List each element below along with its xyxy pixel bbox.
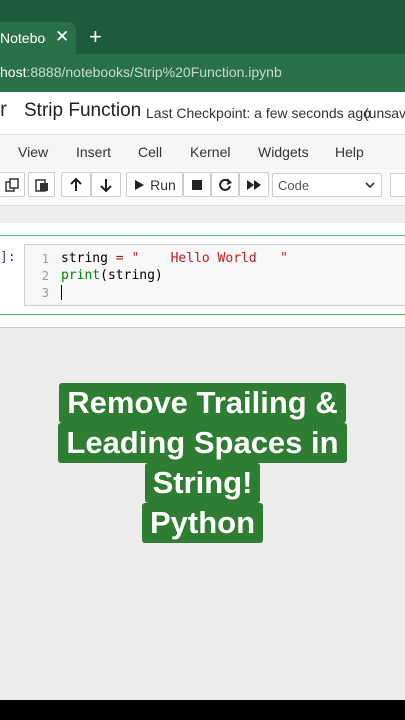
copy-button[interactable]: [0, 172, 25, 197]
caption-line: Leading Spaces in: [58, 423, 347, 463]
jupyter-logo-fragment[interactable]: r: [0, 98, 7, 122]
browser-tab[interactable]: Notebook ✕: [0, 22, 76, 54]
menubar: View Insert Cell Kernel Widgets Help: [0, 134, 405, 170]
restart-button[interactable]: [211, 172, 239, 197]
notebook-header: r Strip Function Last Checkpoint: a few …: [0, 92, 405, 134]
run-label: Run: [150, 176, 176, 193]
cell-type-select[interactable]: Code: [272, 173, 382, 197]
browser-tab-strip: Notebook ✕ +: [0, 0, 405, 54]
menu-insert[interactable]: Insert: [76, 144, 111, 160]
paste-icon: [34, 178, 48, 192]
menu-help[interactable]: Help: [335, 144, 364, 160]
restart-icon: [219, 177, 232, 191]
url-text[interactable]: host:8888/notebooks/Strip%20Function.ipy…: [0, 64, 282, 80]
code-cell[interactable]: ]: 1 2 3 string = " Hello World " print(…: [0, 235, 405, 315]
caption-line: Python: [141, 503, 264, 543]
code-token: string: [61, 251, 108, 266]
menu-kernel[interactable]: Kernel: [190, 144, 230, 160]
interrupt-button[interactable]: [183, 172, 211, 197]
code-editor[interactable]: 1 2 3 string = " Hello World " print(str…: [24, 244, 405, 306]
checkpoint-status: Last Checkpoint: a few seconds ago: [146, 105, 371, 121]
arrow-up-icon: [70, 177, 82, 191]
code-token: print: [61, 268, 101, 283]
toolbar-divider: [0, 205, 405, 224]
menu-widgets[interactable]: Widgets: [258, 144, 309, 160]
caption-line: Remove Trailing &: [59, 383, 346, 423]
keyboard-icon[interactable]: [390, 173, 405, 197]
line-number: 3: [41, 286, 49, 300]
menu-view[interactable]: View: [18, 144, 48, 160]
url-host: host: [0, 64, 27, 80]
screen: Notebook ✕ + host:8888/notebooks/Strip%2…: [0, 0, 405, 700]
menu-cell[interactable]: Cell: [138, 144, 162, 160]
line-number: 1: [41, 252, 49, 266]
play-icon: [135, 179, 145, 190]
fast-forward-icon: [247, 179, 261, 190]
caption-line: String!: [144, 463, 261, 503]
address-bar[interactable]: host:8888/notebooks/Strip%20Function.ipy…: [0, 54, 405, 92]
restart-run-all-button[interactable]: [239, 172, 269, 197]
move-up-button[interactable]: [61, 172, 91, 197]
code-line: string = " Hello World ": [61, 251, 288, 266]
cell-prompt: ]:: [0, 250, 16, 265]
paste-button[interactable]: [28, 172, 55, 197]
cell-type-value: Code: [278, 178, 310, 193]
code-token: (string): [100, 268, 163, 283]
stop-icon: [192, 179, 202, 190]
line-number-gutter: 1 2 3: [25, 245, 55, 305]
url-path: :8888/notebooks/Strip%20Function.ipynb: [26, 64, 282, 80]
close-icon[interactable]: ✕: [55, 27, 69, 47]
arrow-down-icon: [100, 178, 112, 192]
run-button[interactable]: Run: [126, 172, 183, 197]
toolbar: Run Code: [0, 169, 405, 205]
code-line: print(string): [61, 268, 163, 283]
move-down-button[interactable]: [91, 172, 121, 197]
line-number: 2: [41, 269, 49, 283]
text-cursor: [61, 285, 62, 300]
plus-icon[interactable]: +: [89, 24, 102, 50]
copy-icon: [5, 177, 19, 192]
code-token: =: [107, 251, 132, 266]
chevron-down-icon: [365, 182, 375, 189]
caption-overlay: Remove Trailing & Leading Spaces in Stri…: [0, 383, 405, 543]
unsaved-status: (unsave: [364, 105, 405, 121]
code-token: " Hello World ": [131, 251, 288, 266]
notebook-title[interactable]: Strip Function: [24, 100, 141, 122]
tab-title: Notebook: [0, 30, 46, 46]
notebook-container: ]: 1 2 3 string = " Hello World " print(…: [0, 223, 405, 328]
